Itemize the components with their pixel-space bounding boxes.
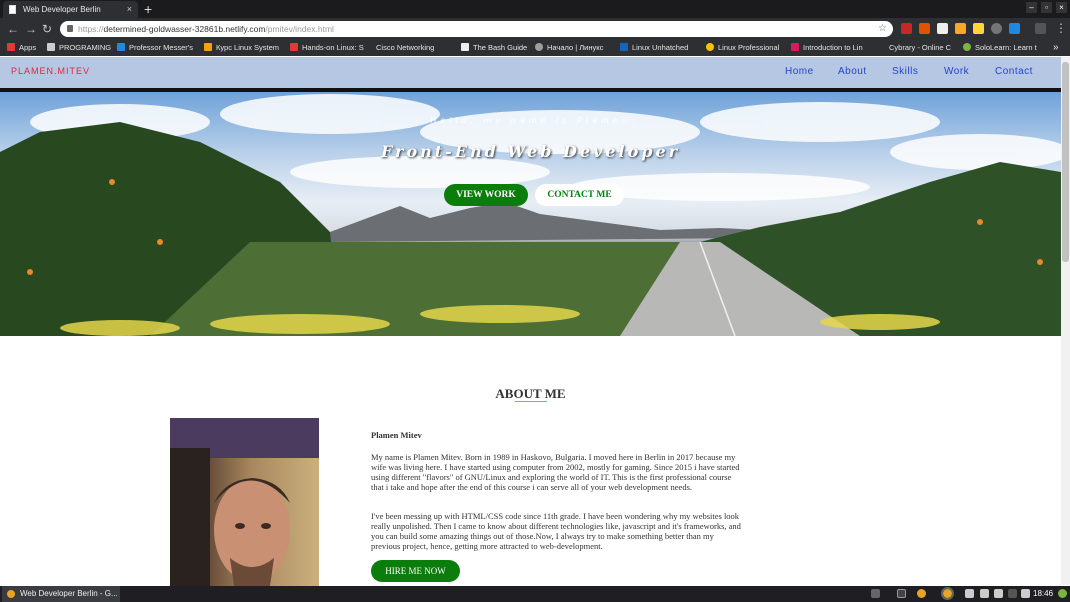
tray-display-icon[interactable]	[994, 589, 1003, 598]
os-taskbar	[0, 586, 1070, 602]
hero-title: Front-End Web Developer	[380, 142, 681, 161]
tab-title: Web Developer Berlin	[23, 5, 101, 14]
url-host: determined-goldwasser-32861b.netlify.com	[103, 24, 266, 34]
view-work-button[interactable]: VIEW WORK	[444, 184, 528, 206]
extension-puzzle-icon[interactable]	[1035, 23, 1046, 34]
hero-greeting: Hello, my name is Plamen	[430, 116, 631, 125]
nav-skills[interactable]: Skills	[892, 66, 918, 77]
bookmark-bash-guide[interactable]: The Bash Guide	[461, 40, 527, 55]
browser-tab[interactable]: Web Developer Berlin ×	[3, 1, 138, 18]
workspace-1-icon[interactable]	[897, 589, 906, 598]
tray-battery-icon[interactable]	[1008, 589, 1017, 598]
bookmark-icon	[963, 43, 971, 51]
bookmark-linux-professional[interactable]: Linux Professional	[706, 40, 779, 55]
taskbar-window-button[interactable]: Web Developer Berlin - G...	[2, 586, 120, 602]
extension-hand-icon[interactable]	[955, 23, 966, 34]
about-paragraph-1: My name is Plamen Mitev. Born in 1989 in…	[371, 452, 740, 492]
extension-shield-icon[interactable]	[901, 23, 912, 34]
minimize-icon[interactable]: –	[1026, 2, 1037, 13]
hire-me-button[interactable]: HIRE ME NOW	[371, 560, 460, 582]
extension-block-icon[interactable]	[991, 23, 1002, 34]
new-tab-button[interactable]: +	[144, 0, 152, 18]
bookmark-apps[interactable]: Apps	[7, 40, 36, 55]
nav-work[interactable]: Work	[944, 66, 969, 77]
about-heading: ABOUT ME	[495, 386, 566, 401]
site-logo[interactable]: PLAMEN.MITEV	[11, 66, 90, 76]
tray-shield-icon[interactable]	[965, 589, 974, 598]
back-icon[interactable]: ←	[7, 20, 19, 38]
bookmark-cybrary[interactable]: Cybrary - Online C	[889, 40, 951, 55]
bookmark-linux-system[interactable]: Курс Linux System	[204, 40, 279, 55]
bookmark-icon	[117, 43, 125, 51]
portrait-image	[170, 418, 319, 586]
scrollbar-thumb[interactable]	[1062, 62, 1069, 262]
taskbar-window-label: Web Developer Berlin - G...	[20, 589, 118, 598]
nav-about[interactable]: About	[838, 66, 867, 77]
bookmark-hands-on-linux[interactable]: Hands-on Linux: S	[290, 40, 364, 55]
tray-keyboard-icon[interactable]	[871, 589, 880, 598]
url-path: /pmitev/index.html	[265, 24, 334, 34]
bookmark-sololearn[interactable]: SoloLearn: Learn t	[963, 40, 1037, 55]
url-prefix: https://	[78, 24, 104, 34]
bookmark-cisco[interactable]: Cisco Networking	[376, 40, 434, 55]
tray-chrome-icon[interactable]	[917, 589, 926, 598]
tab-strip	[0, 0, 1070, 18]
address-bar[interactable]: https://determined-goldwasser-32861b.net…	[60, 21, 893, 37]
taskbar-clock[interactable]: 18:46	[1033, 586, 1053, 602]
extension-lock-icon[interactable]	[937, 23, 948, 34]
bookmark-professor-messer[interactable]: Professor Messer's	[117, 40, 193, 55]
forward-icon[interactable]: →	[25, 20, 37, 38]
bookmark-linux-unhatched[interactable]: Linux Unhatched	[620, 40, 688, 55]
restore-icon[interactable]: ▫	[1041, 2, 1052, 13]
page-icon	[9, 5, 16, 14]
bookmark-icon	[706, 43, 714, 51]
bookmarks-bar: Apps PROGRAMING Professor Messer's Курс …	[0, 40, 1070, 56]
bookmark-icon	[204, 43, 212, 51]
bookmarks-more[interactable]: »	[1053, 40, 1059, 55]
tray-power-icon[interactable]	[1058, 589, 1067, 598]
about-name: Plamen Mitev	[371, 430, 422, 440]
nav-home[interactable]: Home	[785, 66, 814, 77]
extension-blue-icon[interactable]	[1009, 23, 1020, 34]
hero-image	[0, 92, 1061, 336]
tray-clipboard-icon[interactable]	[980, 589, 989, 598]
folder-icon	[47, 43, 55, 51]
close-window-icon[interactable]: ×	[1056, 2, 1067, 13]
bookmark-intro-linux[interactable]: Introduction to Lin	[791, 40, 863, 55]
tray-volume-icon[interactable]	[1021, 589, 1030, 598]
about-paragraph-2: I've been messing up with HTML/CSS code …	[371, 511, 741, 551]
contact-me-button[interactable]: CONTACT ME	[535, 184, 624, 206]
landscape-photo	[0, 94, 1061, 336]
nav-contact[interactable]: Contact	[995, 66, 1033, 77]
bookmark-icon	[791, 43, 799, 51]
bookmark-star-icon[interactable]: ☆	[878, 21, 887, 37]
lock-icon	[67, 25, 73, 32]
profile-photo	[170, 418, 319, 586]
bookmark-icon	[290, 43, 298, 51]
bookmark-icon	[620, 43, 628, 51]
apps-icon	[7, 43, 15, 51]
menu-dots-icon[interactable]: ⋮	[1055, 19, 1067, 37]
bookmark-programing[interactable]: PROGRAMING	[47, 40, 111, 55]
bookmark-icon	[535, 43, 543, 51]
extension-office-icon[interactable]	[919, 23, 930, 34]
page-icon	[461, 43, 469, 51]
bookmark-linux-bg[interactable]: Начало | Линукс	[535, 40, 603, 55]
extension-note-icon[interactable]	[973, 23, 984, 34]
tab-close-icon[interactable]: ×	[127, 1, 132, 18]
heading-underline	[515, 401, 547, 402]
chrome-icon	[7, 590, 15, 598]
reload-icon[interactable]: ↻	[42, 20, 52, 38]
tray-chrome-active-icon[interactable]	[941, 587, 954, 600]
